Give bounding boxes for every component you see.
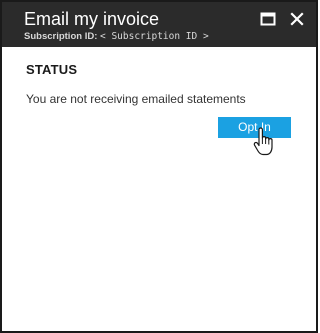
maximize-button[interactable]	[260, 11, 276, 27]
subscription-value: < Subscription ID >	[100, 31, 209, 42]
maximize-icon	[260, 12, 276, 26]
blade-content: STATUS You are not receiving emailed sta…	[2, 47, 316, 331]
opt-in-button[interactable]: Opt In	[218, 117, 291, 138]
blade-header: Email my invoice Subscription ID: < Subs…	[2, 2, 316, 47]
blade-title: Email my invoice	[24, 9, 160, 29]
status-message: You are not receiving emailed statements	[26, 92, 246, 106]
close-icon	[290, 12, 304, 26]
subscription-label: Subscription ID:	[24, 31, 98, 42]
close-button[interactable]	[289, 11, 305, 27]
status-heading: STATUS	[26, 62, 78, 77]
subscription-info: Subscription ID: < Subscription ID >	[24, 31, 209, 43]
blade-window: Email my invoice Subscription ID: < Subs…	[0, 0, 318, 333]
